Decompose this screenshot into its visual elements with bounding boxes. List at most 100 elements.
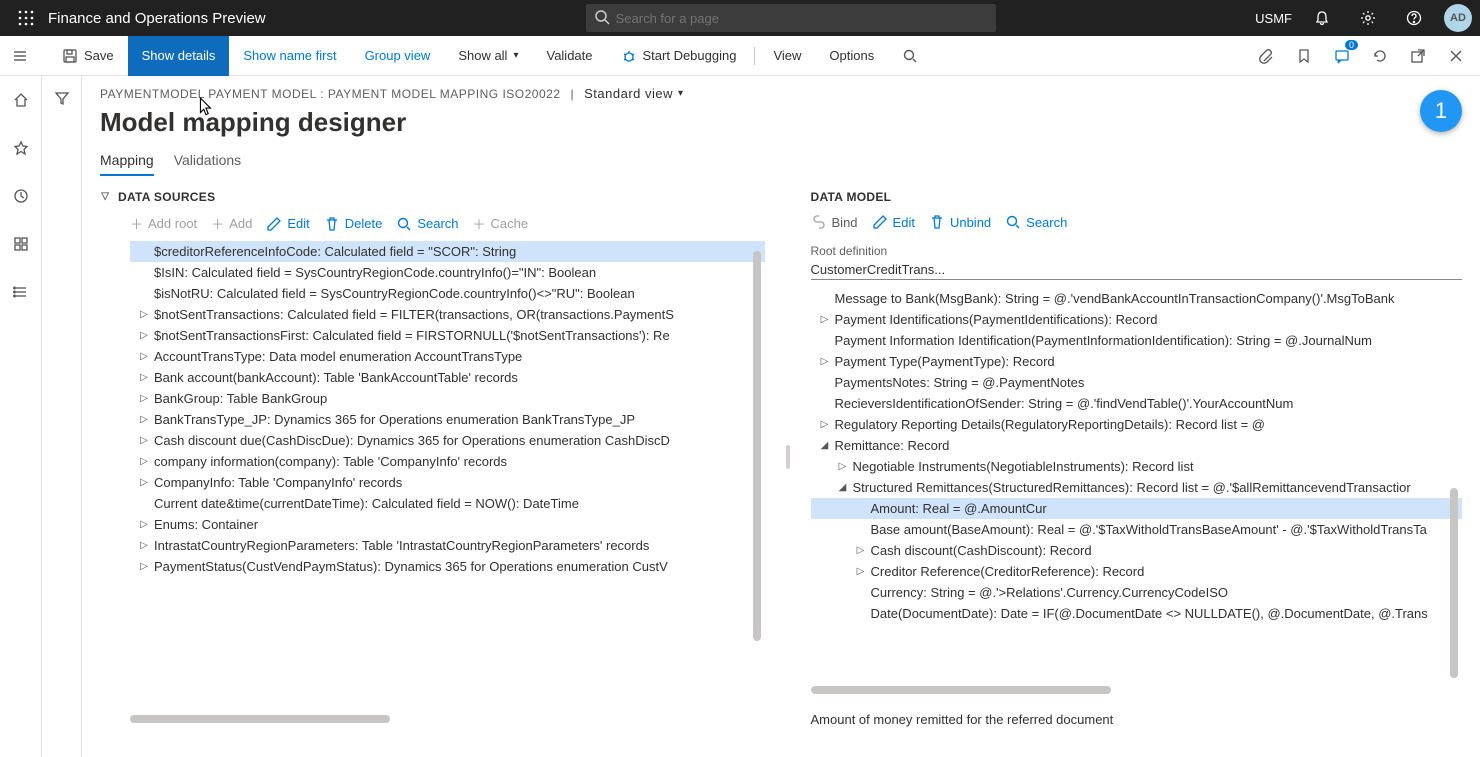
view-button[interactable]: View [759,36,815,76]
tree-toggle-icon[interactable]: ▷ [138,414,150,425]
save-button[interactable]: Save [48,36,128,76]
tree-node[interactable]: ▷$notSentTransactions: Calculated field … [130,304,765,325]
tree-toggle-icon[interactable]: ▷ [138,435,150,446]
options-button[interactable]: Options [815,36,888,76]
edit-button[interactable]: Edit [872,214,915,230]
edit-button[interactable]: Edit [266,214,309,233]
tree-toggle-icon[interactable]: ▷ [138,330,150,341]
tree-toggle-icon[interactable]: ▷ [138,519,150,530]
scrollbar-vertical[interactable] [753,251,761,641]
tree-toggle-icon[interactable]: ▷ [819,356,831,367]
tree-node[interactable]: ▷Bank account(bankAccount): Table 'BankA… [130,367,765,388]
datasource-tree[interactable]: $creditorReferenceInfoCode: Calculated f… [100,241,765,727]
tree-node[interactable]: ▷AccountTransType: Data model enumeratio… [130,346,765,367]
tree-toggle-icon[interactable]: ◢ [837,482,849,493]
find-button[interactable] [888,36,932,76]
tree-node[interactable]: PaymentsNotes: String = @.PaymentNotes [811,372,1462,393]
tree-node[interactable]: $IsIN: Calculated field = SysCountryRegi… [130,262,765,283]
nav-home-icon[interactable] [1,84,41,116]
tree-node[interactable]: ▷Regulatory Reporting Details(Regulatory… [811,414,1462,435]
group-view-button[interactable]: Group view [351,36,445,76]
search-button[interactable]: Search [396,214,458,233]
bind-button[interactable]: Bind [811,214,858,230]
tree-node[interactable]: ▷Negotiable Instruments(NegotiableInstru… [811,456,1462,477]
tree-node[interactable]: Date(DocumentDate): Date = IF(@.Document… [811,603,1462,624]
tree-node[interactable]: ▷Enums: Container [130,514,765,535]
tree-node[interactable]: ▷$notSentTransactionsFirst: Calculated f… [130,325,765,346]
add-root-button[interactable]: ＋Add root [130,214,197,233]
splitter[interactable] [785,186,791,727]
datamodel-tree[interactable]: Message to Bank(MsgBank): String = @.'ve… [811,288,1462,698]
tree-node[interactable]: RecieversIdentificationOfSender: String … [811,393,1462,414]
nav-favorites-icon[interactable] [1,132,41,164]
show-name-first-button[interactable]: Show name first [229,36,350,76]
unbind-button[interactable]: Unbind [929,214,991,230]
tree-node[interactable]: ◢Remittance: Record [811,435,1462,456]
tree-node[interactable]: Currency: String = @.'>Relations'.Curren… [811,582,1462,603]
tree-toggle-icon[interactable]: ▷ [138,561,150,572]
tree-toggle-icon[interactable]: ▷ [138,393,150,404]
tree-node[interactable]: ▷company information(company): Table 'Co… [130,451,765,472]
app-launcher[interactable] [8,0,44,36]
tree-node[interactable]: ▷BankGroup: Table BankGroup [130,388,765,409]
delete-button[interactable]: Delete [324,214,383,233]
tree-node[interactable]: $creditorReferenceInfoCode: Calculated f… [130,241,765,262]
tree-node[interactable]: ▷Payment Identifications(PaymentIdentifi… [811,309,1462,330]
tree-toggle-icon[interactable]: ▷ [138,309,150,320]
filter-icon[interactable] [42,82,82,114]
tree-toggle-icon[interactable]: ▷ [138,372,150,383]
show-all-dropdown[interactable]: Show all ▾ [444,36,532,76]
company-label[interactable]: USMF [1255,11,1292,26]
search-input[interactable] [586,4,996,32]
tree-toggle-icon[interactable]: ▷ [855,566,867,577]
cache-button[interactable]: ＋Cache [473,214,529,233]
tree-node[interactable]: ▷BankTransType_JP: Dynamics 365 for Oper… [130,409,765,430]
nav-toggle[interactable] [4,42,36,70]
notifications-icon[interactable] [1306,2,1338,34]
show-details-button[interactable]: Show details [128,36,230,76]
tree-toggle-icon[interactable]: ▷ [138,540,150,551]
tree-node[interactable]: Base amount(BaseAmount): Real = @.'$TaxW… [811,519,1462,540]
tab-validations[interactable]: Validations [174,152,241,176]
validate-button[interactable]: Validate [532,36,606,76]
popout-icon[interactable] [1404,42,1432,70]
tree-node[interactable]: ▷Cash discount(CashDiscount): Record [811,540,1462,561]
tree-toggle-icon[interactable]: ▷ [138,351,150,362]
tree-toggle-icon[interactable]: ▷ [138,477,150,488]
help-icon[interactable] [1398,2,1430,34]
tree-node[interactable]: ▷Creditor Reference(CreditorReference): … [811,561,1462,582]
data-sources-header[interactable]: ▷ DATA SOURCES [100,186,765,208]
tree-node[interactable]: Amount: Real = @.AmountCur [811,498,1462,519]
tree-toggle-icon[interactable]: ▷ [138,456,150,467]
tree-node[interactable]: ▷PaymentStatus(CustVendPaymStatus): Dyna… [130,556,765,577]
tree-node[interactable]: Current date&time(currentDateTime): Calc… [130,493,765,514]
nav-recent-icon[interactable] [1,180,41,212]
refresh-icon[interactable] [1366,42,1394,70]
tree-toggle-icon[interactable]: ▷ [855,545,867,556]
attach-icon[interactable] [1252,42,1280,70]
nav-modules-icon[interactable] [1,276,41,308]
tree-node[interactable]: ▷Payment Type(PaymentType): Record [811,351,1462,372]
tree-toggle-icon[interactable]: ▷ [819,419,831,430]
close-icon[interactable] [1442,42,1470,70]
tree-node[interactable]: ▷IntrastatCountryRegionParameters: Table… [130,535,765,556]
messages-icon[interactable]: 0 [1328,42,1356,70]
settings-icon[interactable] [1352,2,1384,34]
root-definition-value[interactable]: CustomerCreditTrans... [811,260,1462,280]
tree-toggle-icon[interactable]: ▷ [819,314,831,325]
tree-node[interactable]: ◢Structured Remittances(StructuredRemitt… [811,477,1462,498]
nav-workspaces-icon[interactable] [1,228,41,260]
avatar[interactable]: AD [1444,4,1472,32]
tree-toggle-icon[interactable]: ◢ [819,440,831,451]
tab-mapping[interactable]: Mapping [100,152,154,176]
tree-node[interactable]: ▷CompanyInfo: Table 'CompanyInfo' record… [130,472,765,493]
tree-node[interactable]: ▷Cash discount due(CashDiscDue): Dynamic… [130,430,765,451]
tree-node[interactable]: $isNotRU: Calculated field = SysCountryR… [130,283,765,304]
search-button[interactable]: Search [1005,214,1067,230]
tree-node[interactable]: Payment Information Identification(Payme… [811,330,1462,351]
scrollbar-vertical[interactable] [1450,488,1458,678]
bookmark-icon[interactable] [1290,42,1318,70]
tree-toggle-icon[interactable]: ▷ [837,461,849,472]
tree-node[interactable]: Message to Bank(MsgBank): String = @.'ve… [811,288,1462,309]
view-selector[interactable]: Standard view ▾ [584,86,683,101]
